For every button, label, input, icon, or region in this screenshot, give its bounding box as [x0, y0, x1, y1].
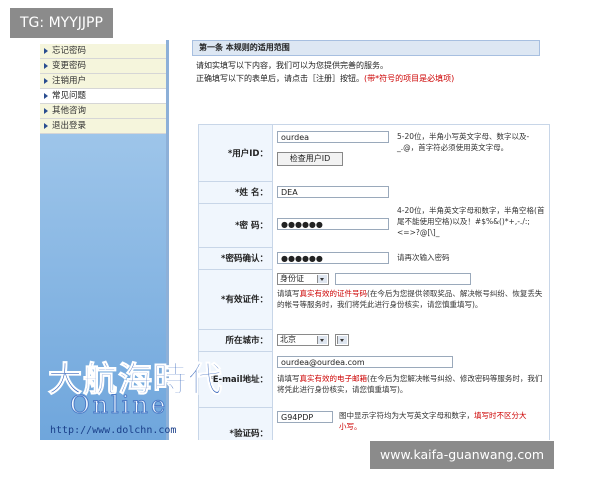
row-name: *姓 名： DEA — [199, 181, 549, 204]
name-input[interactable]: DEA — [277, 186, 389, 198]
chevron-down-icon — [337, 336, 347, 344]
district-select[interactable] — [335, 334, 349, 346]
id-hint-emphasis: 真实有效的证件号码 — [299, 289, 368, 298]
email-input[interactable]: ourdea@ourdea.com — [277, 356, 453, 368]
email-cell: ourdea@ourdea.com 请填写真实有效的电子邮箱(在今后为您解决帐号… — [273, 351, 549, 407]
captcha-hint: 图中显示字符均为大写英文字母和数字，填写时不区分大小写。 — [339, 410, 529, 432]
intro-instruction: 正确填写以下的表单后，请点击［注册］按钮。(带*符号的项目是必填项) — [196, 73, 454, 84]
main-content: 第一条 本规则的适用范围 请如实填写以下内容，我们可以为您提供完善的服务。 正确… — [180, 40, 560, 440]
id-document-hint: 请填写真实有效的证件号码(在今后为您提供领取奖品、解决帐号纠纷、恢复丢失的帐号等… — [277, 288, 547, 310]
password-confirm-cell: ●●●●●● 请再次输入密码 — [273, 247, 549, 269]
username-cell: ourdea 检查用户ID 5-20位，半角小写英文字母、数字以及-_.@，首字… — [273, 125, 549, 181]
password-label: *密 码： — [199, 203, 273, 247]
id-hint-prefix: 请填写 — [277, 289, 300, 298]
id-type-select[interactable]: 身份证 — [277, 273, 329, 285]
sidebar-item-label: 忘记密码 — [52, 46, 87, 56]
row-password: *密 码： ●●●●●● 4-20位，半角英文字母和数字，半角空格(首尾不能使用… — [199, 203, 549, 248]
city-value: 北京 — [280, 335, 296, 344]
sidebar-item-forgot-password[interactable]: 忘记密码 — [40, 44, 166, 59]
id-document-label: *有效证件： — [199, 269, 273, 329]
username-input[interactable]: ourdea — [277, 131, 389, 143]
watermark-bottom: www.kaifa-guanwang.com — [370, 441, 555, 469]
sidebar-item-other-inquiry[interactable]: 其他咨询 — [40, 104, 166, 119]
email-hint: 请填写真实有效的电子邮箱(在今后为您解决帐号纠纷、修改密码等服务时，我们将凭此进… — [277, 373, 547, 395]
sidebar-item-delete-user[interactable]: 注销用户 — [40, 74, 166, 89]
registration-form: *用户ID： ourdea 检查用户ID 5-20位，半角小写英文字母、数字以及… — [198, 124, 550, 440]
captcha-image: G94PDP — [277, 411, 333, 423]
sidebar-item-label: 退出登录 — [52, 121, 87, 131]
check-username-button[interactable]: 检查用户ID — [277, 152, 343, 166]
bullet-icon — [44, 63, 48, 69]
section-title: 第一条 本规则的适用范围 — [192, 40, 540, 56]
password-confirm-input[interactable]: ●●●●●● — [277, 252, 389, 264]
city-label: 所在城市： — [199, 329, 273, 351]
captcha-cell: G94PDP 图中显示字符均为大写英文字母和数字，填写时不区分大小写。 — [273, 407, 549, 440]
email-hint-prefix: 请填写 — [277, 374, 300, 383]
bullet-icon — [44, 108, 48, 114]
row-captcha: *验证码： G94PDP 图中显示字符均为大写英文字母和数字，填写时不区分大小写… — [199, 407, 549, 440]
sidebar-menu: 忘记密码 变更密码 注销用户 常见问题 其他咨询 退出登录 — [40, 44, 166, 134]
bullet-icon — [44, 123, 48, 129]
password-input[interactable]: ●●●●●● — [277, 218, 389, 230]
city-cell: 北京 — [273, 329, 549, 351]
city-select[interactable]: 北京 — [277, 334, 329, 346]
password-hint: 4-20位，半角英文字母和数字，半角空格(首尾不能使用空格)以及！#$%&()*… — [397, 206, 545, 237]
site-url: http://www.dolchn.com — [50, 425, 177, 436]
name-label: *姓 名： — [199, 181, 273, 203]
row-city: 所在城市： 北京 — [199, 329, 549, 352]
username-hint: 5-20位，半角小写英文字母、数字以及-_.@，首字符必须使用英文字母。 — [397, 132, 530, 152]
row-email: *E-mail地址： ourdea@ourdea.com 请填写真实有效的电子邮… — [199, 351, 549, 408]
row-password-confirm: *密码确认： ●●●●●● 请再次输入密码 — [199, 247, 549, 270]
captcha-label: *验证码： — [199, 407, 273, 440]
password-confirm-hint: 请再次输入密码 — [397, 253, 450, 262]
password-confirm-label: *密码确认： — [199, 247, 273, 269]
sidebar-item-logout[interactable]: 退出登录 — [40, 119, 166, 134]
intro-instruction-text: 正确填写以下的表单后，请点击［注册］按钮。 — [196, 74, 364, 83]
sidebar-item-label: 注销用户 — [52, 76, 87, 86]
game-logo-subtitle: Online — [69, 391, 169, 420]
chevron-down-icon — [317, 275, 327, 283]
bullet-icon — [44, 48, 48, 54]
email-hint-emphasis: 真实有效的电子邮箱 — [299, 374, 368, 383]
captcha-hint-text: 图中显示字符均为大写英文字母和数字， — [339, 411, 474, 420]
password-cell: ●●●●●● 4-20位，半角英文字母和数字，半角空格(首尾不能使用空格)以及！… — [273, 203, 549, 247]
name-cell: DEA — [273, 181, 549, 203]
sidebar-item-change-password[interactable]: 变更密码 — [40, 59, 166, 74]
username-label: *用户ID： — [199, 125, 273, 181]
intro-text: 请如实填写以下内容，我们可以为您提供完善的服务。 — [196, 61, 388, 70]
row-id-document: *有效证件： 身份证 请填写真实有效的证件号码(在今后为您提供领取奖品、解决帐号… — [199, 269, 549, 330]
chevron-down-icon — [317, 336, 327, 344]
id-number-input[interactable] — [335, 273, 471, 285]
id-type-value: 身份证 — [280, 274, 304, 283]
row-username: *用户ID： ourdea 检查用户ID 5-20位，半角小写英文字母、数字以及… — [199, 125, 549, 182]
bullet-icon — [44, 93, 48, 99]
required-note: (带*符号的项目是必填项) — [364, 74, 455, 83]
sidebar-item-label: 变更密码 — [52, 61, 87, 71]
id-document-cell: 身份证 请填写真实有效的证件号码(在今后为您提供领取奖品、解决帐号纠纷、恢复丢失… — [273, 269, 549, 329]
watermark-top: TG: MYYJJPP — [10, 8, 113, 38]
bullet-icon — [44, 78, 48, 84]
sidebar-item-label: 常见问题 — [52, 91, 87, 101]
sidebar-item-faq[interactable]: 常见问题 — [40, 89, 166, 104]
sidebar-item-label: 其他咨询 — [52, 106, 87, 116]
